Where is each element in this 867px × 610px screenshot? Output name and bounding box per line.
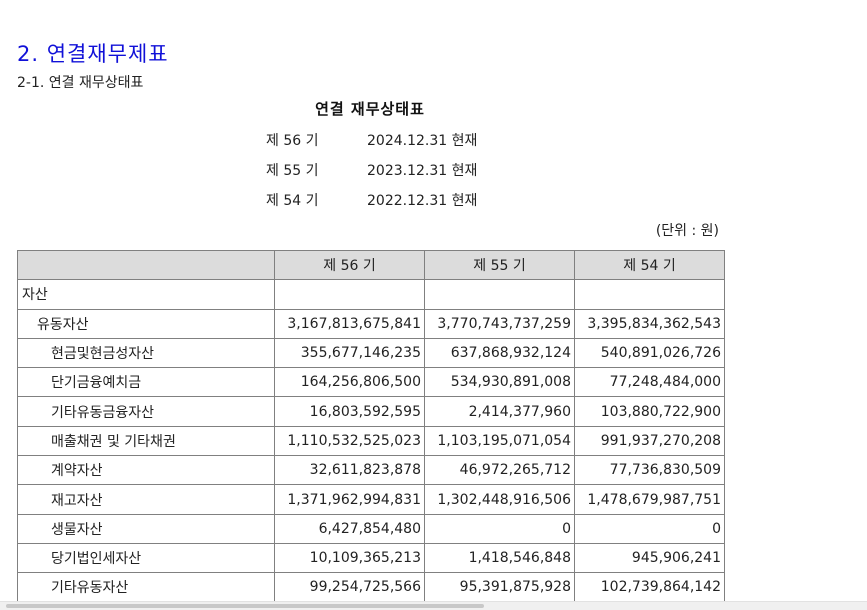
value-cell: 3,770,743,737,259 [424,308,575,339]
value-cell: 164,256,806,500 [274,367,425,398]
period-row: 제 56 기 2024.12.31 현재 [266,130,477,150]
table-row: 계약자산 32,611,823,878 46,972,265,712 77,73… [17,455,725,486]
value-cell [424,279,575,310]
column-header: 제 54 기 [574,249,725,281]
table-row: 기타유동자산 99,254,725,566 95,391,875,928 102… [17,572,725,603]
value-cell: 991,937,270,208 [574,425,725,457]
value-cell: 0 [574,513,725,544]
period-row: 제 55 기 2023.12.31 현재 [266,160,477,180]
row-label: 자산 [17,279,275,310]
scrollbar-thumb[interactable] [6,604,484,608]
period-label: 제 55 기 [266,163,319,179]
value-cell: 1,302,448,916,506 [424,484,575,515]
document-page: 2. 연결재무제표 2-1. 연결 재무상태표 연결 재무상태표 제 56 기 2… [0,0,867,610]
row-label: 기타유동금융자산 [17,396,275,427]
value-cell: 32,611,823,878 [274,455,425,486]
period-label: 제 54 기 [266,193,319,209]
value-cell: 3,395,834,362,543 [574,308,725,339]
value-cell: 1,478,679,987,751 [574,484,725,515]
table-row: 유동자산 3,167,813,675,841 3,770,743,737,259… [17,308,725,339]
row-label: 매출채권 및 기타채권 [17,425,275,457]
value-cell: 103,880,722,900 [574,396,725,427]
table-row: 재고자산 1,371,962,994,831 1,302,448,916,506… [17,484,725,515]
period-row: 제 54 기 2022.12.31 현재 [266,190,477,210]
value-cell: 77,248,484,000 [574,367,725,398]
value-cell [274,279,425,310]
table-row: 당기법인세자산 10,109,365,213 1,418,546,848 945… [17,542,725,574]
section-title: 2. 연결재무제표 [17,42,169,66]
table-row: 단기금융예치금 164,256,806,500 534,930,891,008 … [17,367,725,398]
value-cell: 1,103,195,071,054 [424,425,575,457]
value-cell: 1,418,546,848 [424,542,575,574]
table-row: 생물자산 6,427,854,480 0 0 [17,513,725,544]
table-row: 기타유동금융자산 16,803,592,595 2,414,377,960 10… [17,396,725,427]
value-cell: 16,803,592,595 [274,396,425,427]
row-label: 당기법인세자산 [17,542,275,574]
value-cell: 2,414,377,960 [424,396,575,427]
row-label: 기타유동자산 [17,572,275,603]
value-cell: 945,906,241 [574,542,725,574]
value-cell [574,279,725,310]
column-header: 제 56 기 [274,249,425,281]
unit-note: (단위 : 원) [655,223,719,239]
row-label: 유동자산 [17,308,275,339]
column-header: 제 55 기 [424,249,575,281]
table-row: 자산 [17,279,725,310]
row-label: 생물자산 [17,513,275,544]
period-date: 2022.12.31 현재 [367,193,478,209]
table-row: 현금및현금성자산 355,677,146,235 637,868,932,124… [17,337,725,369]
value-cell: 102,739,864,142 [574,572,725,603]
subsection-title: 2-1. 연결 재무상태표 [17,75,144,91]
row-label: 단기금융예치금 [17,367,275,398]
value-cell: 46,972,265,712 [424,455,575,486]
period-date: 2023.12.31 현재 [367,163,478,179]
balance-sheet-table: 제 56 기 제 55 기 제 54 기 자산 유동자산 3,167,813,6… [17,249,725,603]
value-cell: 355,677,146,235 [274,337,425,369]
value-cell: 95,391,875,928 [424,572,575,603]
row-label: 계약자산 [17,455,275,486]
period-label: 제 56 기 [266,133,319,149]
value-cell: 1,110,532,525,023 [274,425,425,457]
row-label: 재고자산 [17,484,275,515]
period-date: 2024.12.31 현재 [367,133,478,149]
value-cell: 540,891,026,726 [574,337,725,369]
row-label: 현금및현금성자산 [17,337,275,369]
value-cell: 10,109,365,213 [274,542,425,574]
value-cell: 3,167,813,675,841 [274,308,425,339]
column-header [17,249,275,281]
value-cell: 534,930,891,008 [424,367,575,398]
value-cell: 0 [424,513,575,544]
value-cell: 1,371,962,994,831 [274,484,425,515]
report-title: 연결 재무상태표 [315,100,425,118]
value-cell: 99,254,725,566 [274,572,425,603]
horizontal-scrollbar[interactable] [0,601,867,610]
value-cell: 637,868,932,124 [424,337,575,369]
value-cell: 6,427,854,480 [274,513,425,544]
value-cell: 77,736,830,509 [574,455,725,486]
table-header-row: 제 56 기 제 55 기 제 54 기 [17,249,725,281]
table-row: 매출채권 및 기타채권 1,110,532,525,023 1,103,195,… [17,425,725,457]
